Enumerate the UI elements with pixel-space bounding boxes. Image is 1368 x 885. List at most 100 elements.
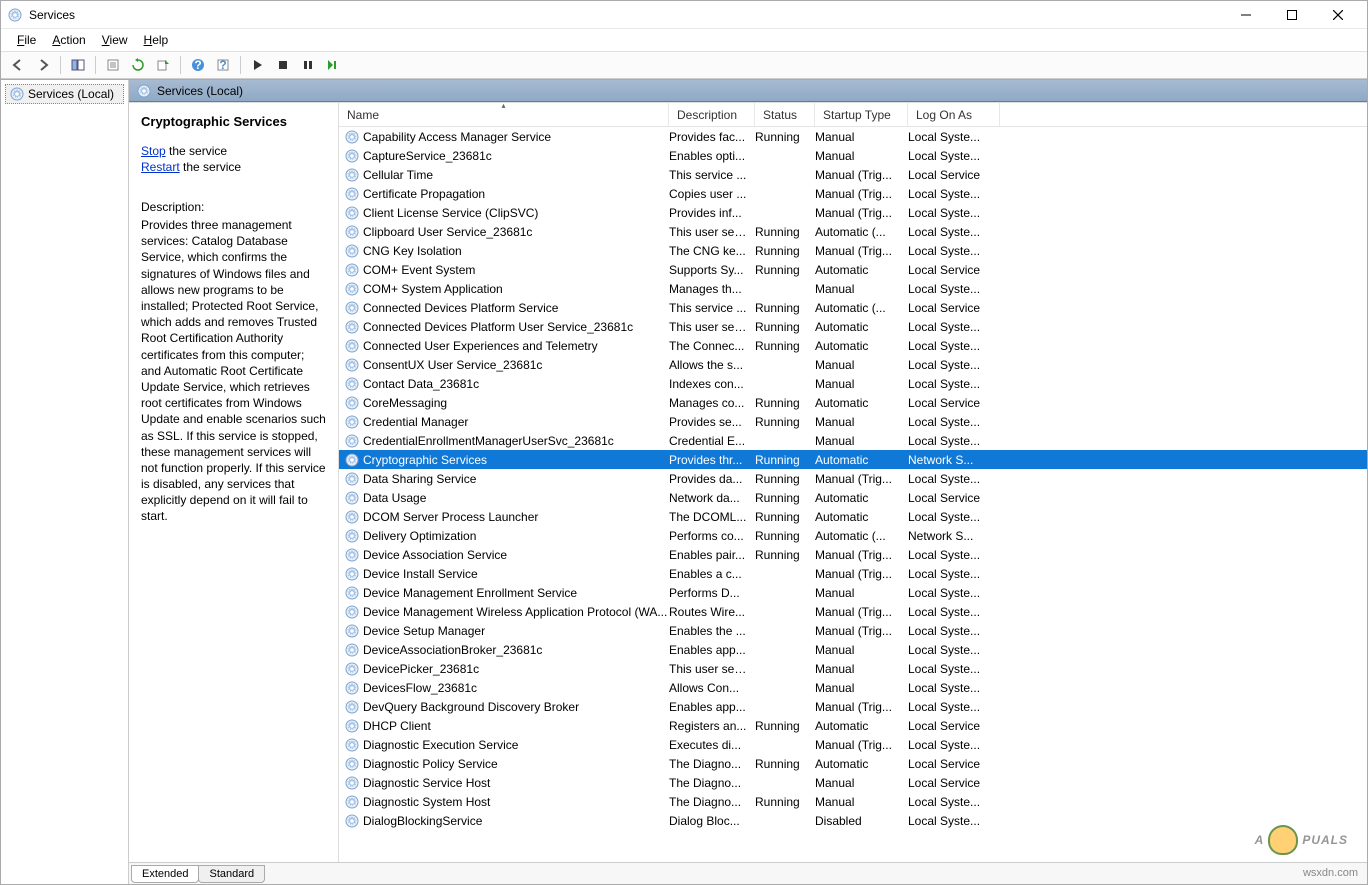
service-desc-cell: Network da... <box>669 491 755 505</box>
tab-extended[interactable]: Extended <box>131 865 199 883</box>
start-service-button[interactable] <box>247 54 269 76</box>
table-row[interactable]: Diagnostic Policy ServiceThe Diagno...Ru… <box>339 754 1367 773</box>
table-row[interactable]: Device Setup ManagerEnables the ...Manua… <box>339 621 1367 640</box>
table-row[interactable]: Connected Devices Platform ServiceThis s… <box>339 298 1367 317</box>
service-name-cell: COM+ System Application <box>363 282 503 296</box>
table-row[interactable]: Diagnostic System HostThe Diagno...Runni… <box>339 792 1367 811</box>
table-row[interactable]: DHCP ClientRegisters an...RunningAutomat… <box>339 716 1367 735</box>
table-row[interactable]: ConsentUX User Service_23681cAllows the … <box>339 355 1367 374</box>
menu-action[interactable]: Action <box>44 31 93 49</box>
table-row[interactable]: Device Management Enrollment ServicePerf… <box>339 583 1367 602</box>
column-startup[interactable]: Startup Type <box>815 103 908 126</box>
service-startup-cell: Manual (Trig... <box>815 244 908 258</box>
forward-button[interactable] <box>32 54 54 76</box>
table-row[interactable]: Diagnostic Service HostThe Diagno...Manu… <box>339 773 1367 792</box>
service-startup-cell: Manual <box>815 586 908 600</box>
table-row[interactable]: DevicePicker_23681cThis user ser...Manua… <box>339 659 1367 678</box>
table-row[interactable]: DeviceAssociationBroker_23681cEnables ap… <box>339 640 1367 659</box>
service-desc-cell: Provides se... <box>669 415 755 429</box>
properties-button[interactable] <box>102 54 124 76</box>
gear-icon <box>345 149 359 163</box>
gear-icon <box>345 130 359 144</box>
table-row[interactable]: Connected Devices Platform User Service_… <box>339 317 1367 336</box>
help-button[interactable]: ? <box>187 54 209 76</box>
table-row[interactable]: Diagnostic Execution ServiceExecutes di.… <box>339 735 1367 754</box>
minimize-button[interactable] <box>1223 1 1269 29</box>
back-button[interactable] <box>7 54 29 76</box>
column-description[interactable]: Description <box>669 103 755 126</box>
table-row[interactable]: DevicesFlow_23681cAllows Con...ManualLoc… <box>339 678 1367 697</box>
column-status[interactable]: Status <box>755 103 815 126</box>
refresh-button[interactable] <box>127 54 149 76</box>
service-rows[interactable]: Capability Access Manager ServiceProvide… <box>339 127 1367 862</box>
service-logon-cell: Local Syste... <box>908 206 1000 220</box>
table-row[interactable]: Certificate PropagationCopies user ...Ma… <box>339 184 1367 203</box>
table-row[interactable]: DialogBlockingServiceDialog Bloc...Disab… <box>339 811 1367 830</box>
service-startup-cell: Automatic (... <box>815 301 908 315</box>
service-name-cell: CNG Key Isolation <box>363 244 462 258</box>
table-row[interactable]: Credential ManagerProvides se...RunningM… <box>339 412 1367 431</box>
table-row[interactable]: Clipboard User Service_23681cThis user s… <box>339 222 1367 241</box>
service-logon-cell: Local Syste... <box>908 624 1000 638</box>
table-row[interactable]: CaptureService_23681cEnables opti...Manu… <box>339 146 1367 165</box>
table-row[interactable]: Device Management Wireless Application P… <box>339 602 1367 621</box>
table-row[interactable]: Device Association ServiceEnables pair..… <box>339 545 1367 564</box>
service-logon-cell: Local Syste... <box>908 244 1000 258</box>
gear-icon <box>137 84 151 98</box>
table-row[interactable]: Device Install ServiceEnables a c...Manu… <box>339 564 1367 583</box>
table-row[interactable]: COM+ System ApplicationManages th...Manu… <box>339 279 1367 298</box>
service-startup-cell: Manual <box>815 130 908 144</box>
table-row[interactable]: Client License Service (ClipSVC)Provides… <box>339 203 1367 222</box>
service-startup-cell: Automatic <box>815 453 908 467</box>
stop-link[interactable]: Stop <box>141 144 166 158</box>
service-startup-cell: Manual (Trig... <box>815 168 908 182</box>
tree-node-services-local[interactable]: Services (Local) <box>5 84 124 104</box>
table-row[interactable]: CNG Key IsolationThe CNG ke...RunningMan… <box>339 241 1367 260</box>
gear-icon <box>345 548 359 562</box>
table-row[interactable]: Data UsageNetwork da...RunningAutomaticL… <box>339 488 1367 507</box>
gear-icon <box>345 415 359 429</box>
tab-standard[interactable]: Standard <box>198 865 265 883</box>
table-row[interactable]: DevQuery Background Discovery BrokerEnab… <box>339 697 1367 716</box>
table-row[interactable]: Cryptographic ServicesProvides thr...Run… <box>339 450 1367 469</box>
export-button[interactable] <box>152 54 174 76</box>
table-row[interactable]: Connected User Experiences and Telemetry… <box>339 336 1367 355</box>
help2-button[interactable]: ? <box>212 54 234 76</box>
table-row[interactable]: CredentialEnrollmentManagerUserSvc_23681… <box>339 431 1367 450</box>
service-logon-cell: Local Syste... <box>908 605 1000 619</box>
gear-icon <box>345 206 359 220</box>
stop-service-button[interactable] <box>272 54 294 76</box>
table-row[interactable]: Cellular TimeThis service ...Manual (Tri… <box>339 165 1367 184</box>
table-row[interactable]: DCOM Server Process LauncherThe DCOML...… <box>339 507 1367 526</box>
table-row[interactable]: Delivery OptimizationPerforms co...Runni… <box>339 526 1367 545</box>
maximize-button[interactable] <box>1269 1 1315 29</box>
svg-text:?: ? <box>219 58 226 72</box>
close-button[interactable] <box>1315 1 1361 29</box>
menu-help[interactable]: Help <box>136 31 177 49</box>
gear-icon <box>345 776 359 790</box>
service-name-cell: DevQuery Background Discovery Broker <box>363 700 579 714</box>
pause-service-button[interactable] <box>297 54 319 76</box>
table-row[interactable]: Capability Access Manager ServiceProvide… <box>339 127 1367 146</box>
service-logon-cell: Local Service <box>908 491 1000 505</box>
menu-file[interactable]: File <box>9 31 44 49</box>
restart-link[interactable]: Restart <box>141 160 180 174</box>
service-name-cell: Device Management Wireless Application P… <box>363 605 667 619</box>
service-desc-cell: Allows Con... <box>669 681 755 695</box>
service-desc-cell: The DCOML... <box>669 510 755 524</box>
menu-view[interactable]: View <box>94 31 136 49</box>
table-row[interactable]: Contact Data_23681cIndexes con...ManualL… <box>339 374 1367 393</box>
service-desc-cell: This user ser... <box>669 320 755 334</box>
gear-icon <box>345 605 359 619</box>
table-row[interactable]: Data Sharing ServiceProvides da...Runnin… <box>339 469 1367 488</box>
service-startup-cell: Manual <box>815 662 908 676</box>
service-logon-cell: Local Syste... <box>908 738 1000 752</box>
service-name-cell: CoreMessaging <box>363 396 447 410</box>
restart-service-button[interactable] <box>322 54 344 76</box>
table-row[interactable]: COM+ Event SystemSupports Sy...RunningAu… <box>339 260 1367 279</box>
column-logon[interactable]: Log On As <box>908 103 1000 126</box>
service-name-cell: Client License Service (ClipSVC) <box>363 206 538 220</box>
table-row[interactable]: CoreMessagingManages co...RunningAutomat… <box>339 393 1367 412</box>
show-hide-tree-button[interactable] <box>67 54 89 76</box>
column-name[interactable]: Name▴ <box>339 103 669 126</box>
